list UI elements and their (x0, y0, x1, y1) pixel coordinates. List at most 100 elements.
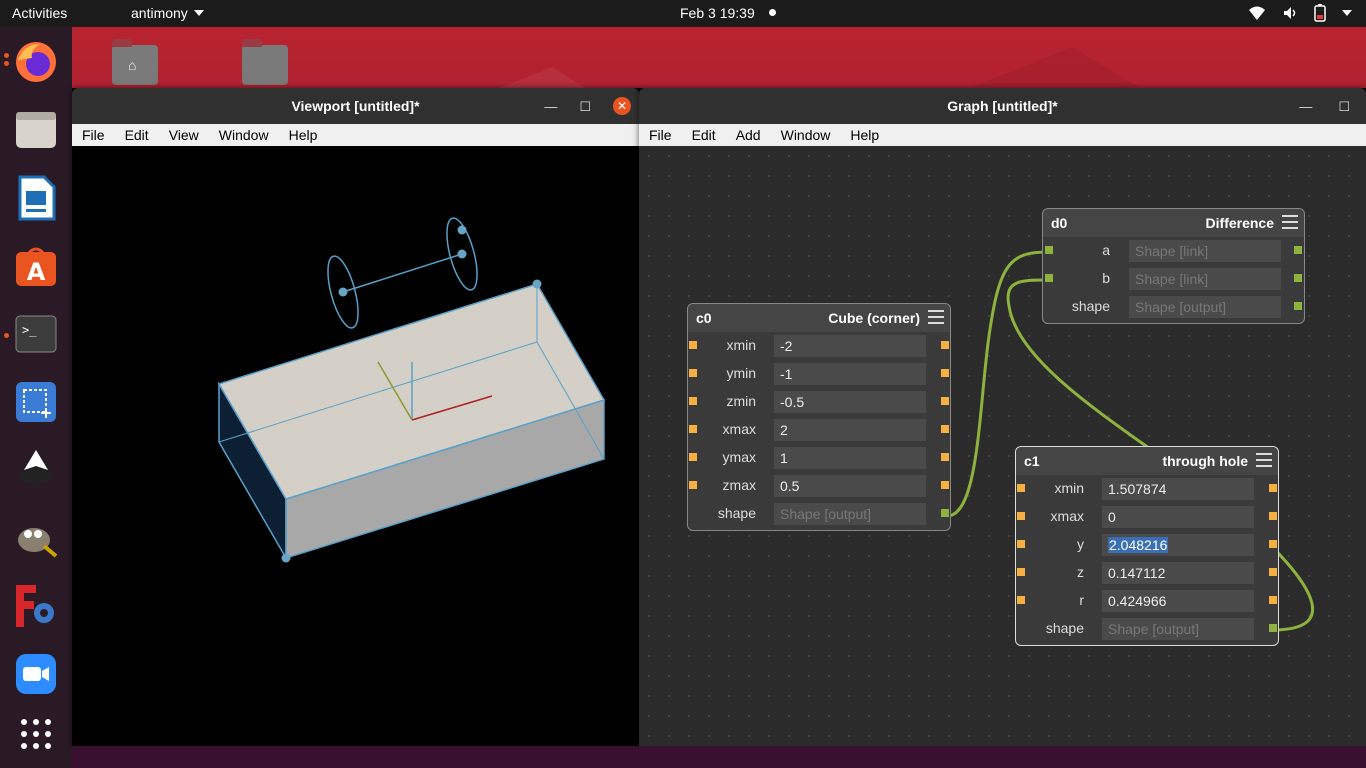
menu-icon[interactable] (1256, 453, 1272, 467)
dock-inkscape[interactable] (13, 447, 59, 493)
field-ymin[interactable]: -1 (774, 363, 926, 385)
field-shape[interactable]: Shape [output] (1129, 296, 1281, 318)
input-port[interactable] (689, 453, 697, 461)
input-port[interactable] (1017, 540, 1025, 548)
input-port[interactable] (689, 341, 697, 349)
output-port[interactable] (941, 425, 949, 433)
menu-help[interactable]: Help (279, 127, 328, 143)
output-port[interactable] (941, 509, 949, 517)
node-header[interactable]: d0 Difference (1043, 209, 1304, 237)
input-port[interactable] (1045, 246, 1053, 254)
output-port[interactable] (1294, 246, 1302, 254)
close-button[interactable]: ✕ (613, 97, 631, 115)
menu-window[interactable]: Window (771, 127, 841, 143)
field-xmin[interactable]: 1.507874 (1102, 478, 1254, 500)
input-port[interactable] (1045, 274, 1053, 282)
maximize-button[interactable]: ☐ (1338, 100, 1350, 113)
node-c1[interactable]: c1 through hole xmin 1.507874 xmax 0 y 2… (1015, 446, 1279, 646)
clock[interactable]: Feb 3 19:39 (680, 5, 776, 21)
field-z[interactable]: 0.147112 (1102, 562, 1254, 584)
field-xmax[interactable]: 2 (774, 419, 926, 441)
menu-edit[interactable]: Edit (682, 127, 726, 143)
show-applications-button[interactable] (13, 711, 59, 757)
menu-edit[interactable]: Edit (115, 127, 159, 143)
menu-help[interactable]: Help (840, 127, 889, 143)
input-port[interactable] (689, 425, 697, 433)
output-port[interactable] (941, 481, 949, 489)
output-port[interactable] (1269, 540, 1277, 548)
input-port[interactable] (689, 369, 697, 377)
field-a[interactable]: Shape [link] (1129, 240, 1281, 262)
dock-firefox[interactable] (13, 39, 59, 85)
output-port[interactable] (1269, 512, 1277, 520)
viewport-canvas[interactable] (72, 146, 639, 746)
output-port[interactable] (1294, 302, 1302, 310)
minimize-button[interactable]: — (1299, 100, 1312, 113)
output-port[interactable] (1269, 596, 1277, 604)
dock-files[interactable] (13, 107, 59, 153)
drag-handle[interactable] (281, 553, 291, 563)
menu-window[interactable]: Window (209, 127, 279, 143)
graph-canvas[interactable]: d0 Difference a Shape [link] b Shape [li… (639, 146, 1366, 746)
libreoffice-impress-icon (18, 175, 56, 221)
field-ymax[interactable]: 1 (774, 447, 926, 469)
node-header[interactable]: c1 through hole (1016, 447, 1278, 475)
menu-file[interactable]: File (72, 127, 115, 143)
menu-add[interactable]: Add (726, 127, 771, 143)
graph-titlebar[interactable]: Graph [untitled]* — ☐ (639, 88, 1366, 124)
node-row: xmax 0 (1016, 503, 1278, 531)
activities-button[interactable]: Activities (12, 5, 67, 21)
output-port[interactable] (1269, 568, 1277, 576)
dock-software[interactable]: A (13, 243, 59, 289)
input-port[interactable] (689, 481, 697, 489)
3d-model-view[interactable] (72, 146, 639, 746)
node-d0[interactable]: d0 Difference a Shape [link] b Shape [li… (1042, 208, 1305, 324)
input-port[interactable] (1017, 568, 1025, 576)
desktop-icon-folder[interactable]: antimony (242, 35, 294, 87)
viewport-titlebar[interactable]: Viewport [untitled]* — ☐ ✕ (72, 88, 639, 124)
system-tray[interactable] (1248, 4, 1352, 22)
minimize-button[interactable]: — (544, 100, 557, 113)
input-port[interactable] (689, 397, 697, 405)
app-menu[interactable]: antimony (131, 5, 204, 21)
output-port[interactable] (1269, 624, 1277, 632)
output-port[interactable] (1294, 274, 1302, 282)
output-port[interactable] (941, 341, 949, 349)
output-port[interactable] (941, 369, 949, 377)
input-port[interactable] (1017, 596, 1025, 604)
node-header[interactable]: c0 Cube (corner) (688, 304, 950, 332)
field-zmin[interactable]: -0.5 (774, 391, 926, 413)
drag-handle[interactable] (338, 287, 348, 297)
drag-handle[interactable] (457, 225, 467, 235)
desktop-icon-home[interactable]: ⌂ spacemacs (112, 35, 164, 87)
input-port[interactable] (1017, 512, 1025, 520)
maximize-button[interactable]: ☐ (579, 100, 591, 113)
dock-gimp[interactable] (13, 515, 59, 561)
menu-view[interactable]: View (159, 127, 209, 143)
chevron-down-icon (1342, 10, 1352, 16)
field-shape[interactable]: Shape [output] (1102, 618, 1254, 640)
output-port[interactable] (1269, 484, 1277, 492)
field-xmin[interactable]: -2 (774, 335, 926, 357)
node-c0[interactable]: c0 Cube (corner) xmin -2 ymin -1 zmin -0… (687, 303, 951, 531)
menu-icon[interactable] (928, 310, 944, 324)
menu-icon[interactable] (1282, 215, 1298, 229)
drag-handle[interactable] (457, 249, 467, 259)
output-port[interactable] (941, 453, 949, 461)
field-y[interactable]: 2.048216 (1102, 534, 1254, 556)
field-zmax[interactable]: 0.5 (774, 475, 926, 497)
dock-screenshot[interactable] (13, 379, 59, 425)
dock-zoom[interactable] (13, 651, 59, 697)
row-label: shape (1071, 298, 1110, 314)
drag-handle[interactable] (532, 279, 542, 289)
output-port[interactable] (941, 397, 949, 405)
dock-terminal[interactable]: >_ (13, 311, 59, 357)
field-b[interactable]: Shape [link] (1129, 268, 1281, 290)
dock-impress[interactable] (13, 175, 59, 221)
dock-freecad[interactable] (13, 583, 59, 629)
menu-file[interactable]: File (639, 127, 682, 143)
input-port[interactable] (1017, 484, 1025, 492)
field-xmax[interactable]: 0 (1102, 506, 1254, 528)
field-r[interactable]: 0.424966 (1102, 590, 1254, 612)
field-shape[interactable]: Shape [output] (774, 503, 926, 525)
